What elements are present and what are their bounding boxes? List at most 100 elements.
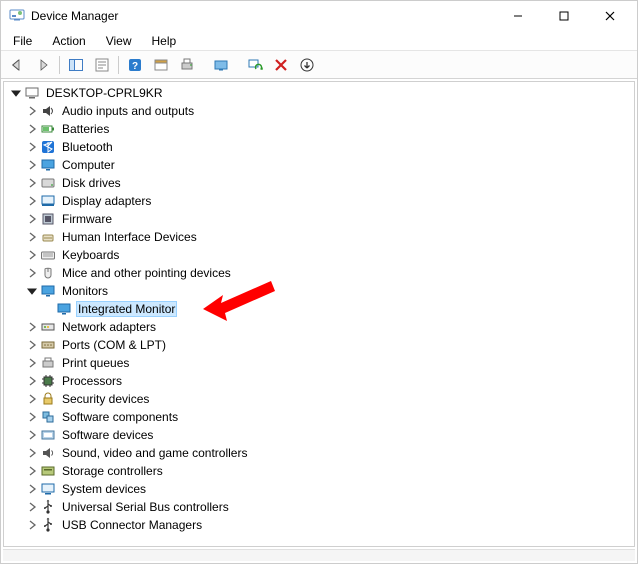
menu-action[interactable]: Action bbox=[44, 32, 93, 50]
keyboard-icon bbox=[40, 247, 56, 263]
toolbar-print-button[interactable] bbox=[175, 53, 199, 77]
tree-category-label: Software devices bbox=[60, 427, 155, 443]
expand-icon[interactable] bbox=[24, 319, 40, 335]
monitor-icon bbox=[40, 283, 56, 299]
tree-category-label: Network adapters bbox=[60, 319, 158, 335]
expand-icon[interactable] bbox=[24, 373, 40, 389]
device-tree[interactable]: DESKTOP-CPRL9KRAudio inputs and outputs B… bbox=[3, 81, 635, 547]
tree-category-label: Audio inputs and outputs bbox=[60, 103, 196, 119]
toolbar-scan-button[interactable] bbox=[243, 53, 267, 77]
tree-category-label: Print queues bbox=[60, 355, 131, 371]
tree-category[interactable]: Bluetooth bbox=[4, 138, 634, 156]
tree-category-label: USB Connector Managers bbox=[60, 517, 204, 533]
expand-icon[interactable] bbox=[24, 409, 40, 425]
tree-item-label: Integrated Monitor bbox=[76, 301, 177, 317]
tree-category[interactable]: Audio inputs and outputs bbox=[4, 102, 634, 120]
tree-category[interactable]: Storage controllers bbox=[4, 462, 634, 480]
tree-category-label: Computer bbox=[60, 157, 117, 173]
collapse-icon[interactable] bbox=[24, 283, 40, 299]
expand-icon[interactable] bbox=[24, 463, 40, 479]
expand-icon[interactable] bbox=[24, 103, 40, 119]
expand-icon[interactable] bbox=[24, 193, 40, 209]
battery-icon bbox=[40, 121, 56, 137]
tree-category[interactable]: Computer bbox=[4, 156, 634, 174]
tree-category[interactable]: Sound, video and game controllers bbox=[4, 444, 634, 462]
port-icon bbox=[40, 337, 56, 353]
tree-category[interactable]: Display adapters bbox=[4, 192, 634, 210]
collapse-icon[interactable] bbox=[8, 85, 24, 101]
toolbar-uninstall-button[interactable] bbox=[269, 53, 293, 77]
tree-category[interactable]: Human Interface Devices bbox=[4, 228, 634, 246]
tree-category-label: Security devices bbox=[60, 391, 151, 407]
toolbar-console-tree-button[interactable] bbox=[64, 53, 88, 77]
toolbar-help-button[interactable]: ? bbox=[123, 53, 147, 77]
expand-icon[interactable] bbox=[24, 265, 40, 281]
toolbar-back-button[interactable] bbox=[5, 53, 29, 77]
tree-category-label: Keyboards bbox=[60, 247, 121, 263]
tree-category[interactable]: Batteries bbox=[4, 120, 634, 138]
tree-category[interactable]: Processors bbox=[4, 372, 634, 390]
tree-category[interactable]: Monitors bbox=[4, 282, 634, 300]
tree-category[interactable]: Firmware bbox=[4, 210, 634, 228]
sound-icon bbox=[40, 445, 56, 461]
expand-icon[interactable] bbox=[24, 229, 40, 245]
tree-category[interactable]: System devices bbox=[4, 480, 634, 498]
monitor-icon bbox=[40, 157, 56, 173]
toolbar-add-legacy-button[interactable] bbox=[295, 53, 319, 77]
tree-category[interactable]: Software components bbox=[4, 408, 634, 426]
toolbar-properties-button[interactable] bbox=[90, 53, 114, 77]
tree-category[interactable]: Print queues bbox=[4, 354, 634, 372]
tree-category-label: Storage controllers bbox=[60, 463, 165, 479]
expand-icon[interactable] bbox=[24, 157, 40, 173]
system-icon bbox=[40, 481, 56, 497]
menu-help[interactable]: Help bbox=[144, 32, 185, 50]
expand-icon[interactable] bbox=[24, 337, 40, 353]
menubar: File Action View Help bbox=[1, 31, 637, 51]
tree-category-label: Human Interface Devices bbox=[60, 229, 199, 245]
tree-category[interactable]: Disk drives bbox=[4, 174, 634, 192]
toolbar-update-driver-button[interactable] bbox=[209, 53, 233, 77]
disk-icon bbox=[40, 175, 56, 191]
svg-text:?: ? bbox=[132, 61, 138, 72]
tree-category[interactable]: Keyboards bbox=[4, 246, 634, 264]
expand-icon[interactable] bbox=[24, 175, 40, 191]
tree-category-label: Monitors bbox=[60, 283, 110, 299]
toolbar-separator bbox=[118, 56, 119, 74]
computer-root-icon bbox=[24, 85, 40, 101]
expand-icon[interactable] bbox=[24, 211, 40, 227]
expand-icon[interactable] bbox=[24, 139, 40, 155]
tree-category[interactable]: USB Connector Managers bbox=[4, 516, 634, 534]
expand-icon[interactable] bbox=[24, 355, 40, 371]
expand-icon[interactable] bbox=[24, 427, 40, 443]
menu-view[interactable]: View bbox=[98, 32, 140, 50]
expand-icon[interactable] bbox=[24, 445, 40, 461]
minimize-button[interactable] bbox=[495, 1, 541, 31]
close-button[interactable] bbox=[587, 1, 633, 31]
expand-icon[interactable] bbox=[24, 517, 40, 533]
tree-category[interactable]: Network adapters bbox=[4, 318, 634, 336]
expand-icon[interactable] bbox=[24, 481, 40, 497]
expand-icon[interactable] bbox=[24, 121, 40, 137]
maximize-button[interactable] bbox=[541, 1, 587, 31]
tree-category[interactable]: Ports (COM & LPT) bbox=[4, 336, 634, 354]
tree-category[interactable]: Mice and other pointing devices bbox=[4, 264, 634, 282]
mouse-icon bbox=[40, 265, 56, 281]
toolbar-action-center-button[interactable] bbox=[149, 53, 173, 77]
tree-category-label: Processors bbox=[60, 373, 124, 389]
tree-category-label: Firmware bbox=[60, 211, 114, 227]
tree-category-label: Batteries bbox=[60, 121, 111, 137]
window-title: Device Manager bbox=[31, 9, 495, 23]
tree-category-label: Ports (COM & LPT) bbox=[60, 337, 168, 353]
tree-category[interactable]: Security devices bbox=[4, 390, 634, 408]
printer-icon bbox=[40, 355, 56, 371]
expand-icon[interactable] bbox=[24, 391, 40, 407]
tree-category-label: Display adapters bbox=[60, 193, 153, 209]
tree-root[interactable]: DESKTOP-CPRL9KR bbox=[4, 84, 634, 102]
expand-icon[interactable] bbox=[24, 499, 40, 515]
toolbar-forward-button[interactable] bbox=[31, 53, 55, 77]
tree-item[interactable]: Integrated Monitor bbox=[4, 300, 634, 318]
expand-icon[interactable] bbox=[24, 247, 40, 263]
tree-category[interactable]: Universal Serial Bus controllers bbox=[4, 498, 634, 516]
tree-category[interactable]: Software devices bbox=[4, 426, 634, 444]
menu-file[interactable]: File bbox=[5, 32, 40, 50]
